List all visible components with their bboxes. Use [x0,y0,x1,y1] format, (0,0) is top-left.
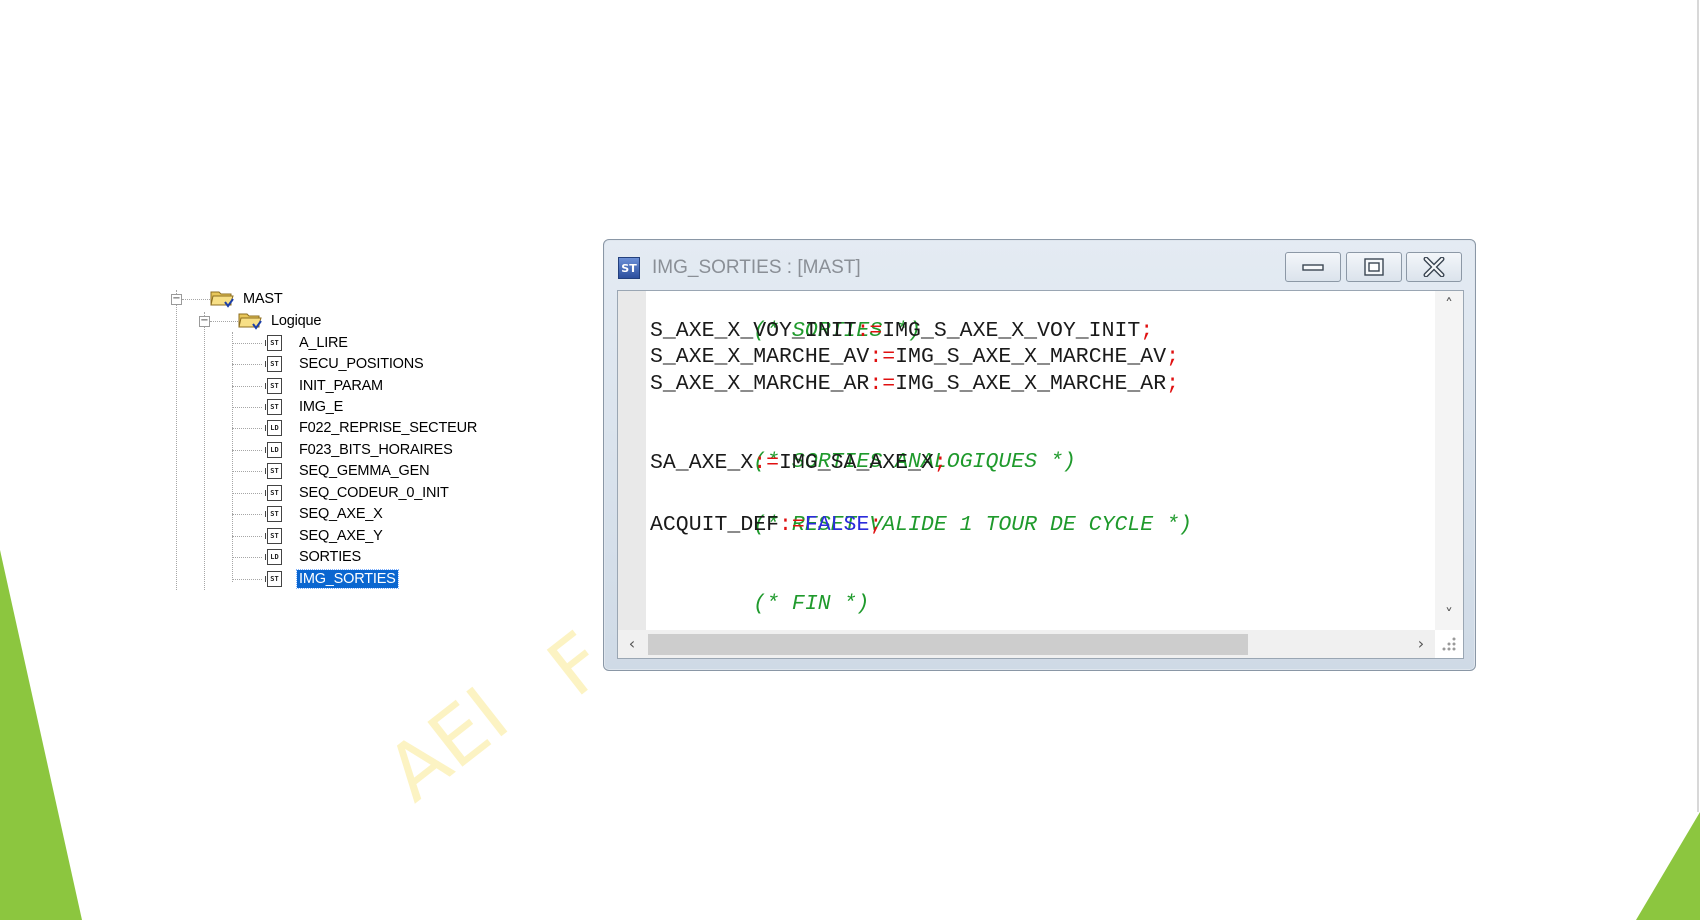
code-identifier: IMG_S_AXE_X_MARCHE_AR [895,372,1167,396]
code-semicolon: ; [933,451,947,475]
ld-section-icon: LD [265,420,282,436]
maximize-button[interactable] [1346,252,1402,282]
tree-node-mast[interactable]: MAST [241,290,284,308]
maximize-icon [1364,258,1384,276]
tree-branch-line [232,471,262,472]
st-editor-window[interactable]: ST IMG_SORTIES : [MAST] (* SORTIES *) S_… [603,239,1476,671]
tree-item-label[interactable]: A_LIRE [297,334,350,352]
tree-item-label[interactable]: SEQ_GEMMA_GEN [297,462,431,480]
st-section-icon: ST [265,506,282,522]
close-button[interactable] [1406,252,1462,282]
tree-item-label[interactable]: SEQ_CODEUR_0_INIT [297,484,451,502]
code-identifier: IMG_S_AXE_X_VOY_INIT [882,319,1141,343]
st-app-icon: ST [618,257,640,279]
vertical-scrollbar[interactable]: ˄ ˅ [1435,291,1463,630]
minimize-icon [1302,264,1324,271]
code-line-4[interactable]: S_AXE_X_MARCHE_AR:=IMG_S_AXE_X_MARCHE_AR… [650,371,1179,397]
ld-section-icon: LD [265,442,282,458]
code-semicolon: ; [1166,372,1180,396]
tree-branch-line [232,364,262,365]
window-title: IMG_SORTIES : [MAST] [652,257,861,278]
collapse-toggle-mast[interactable]: − [171,294,182,305]
code-operator: := [779,513,805,537]
tree-item-label[interactable]: F023_BITS_HORAIRES [297,441,455,459]
scroll-left-icon[interactable]: ‹ [622,636,642,652]
code-identifier: S_AXE_X_MARCHE_AR [650,372,870,396]
code-identifier: ACQUIT_DEF [650,513,780,537]
code-identifier: IMG_S_AXE_X_MARCHE_AV [895,345,1167,369]
st-section-icon: ST [265,571,282,587]
tree-guide-line [176,290,177,590]
tree-branch-line [232,343,262,344]
tree-branch-line [232,579,262,580]
tree-guide-line [204,312,205,590]
st-section-icon: ST [265,335,282,351]
editor-client-area[interactable]: (* SORTIES *) S_AXE_X_VOY_INIT:=IMG_S_AX… [617,290,1464,659]
st-section-icon: ST [265,485,282,501]
close-icon [1423,257,1445,277]
green-triangle-right [1636,812,1700,920]
folder-icon [210,291,234,308]
tree-item-label-selected[interactable]: IMG_SORTIES [296,569,399,589]
tree-item-label[interactable]: SORTIES [297,548,363,566]
tree-guide-line [232,332,233,582]
code-line-9[interactable]: ACQUIT_DEF:=FALSE; [650,512,882,538]
tree-branch-line [232,493,262,494]
tree-item-label[interactable]: F022_REPRISE_SECTEUR [297,419,479,437]
code-line-7[interactable]: SA_AXE_X:=IMG_SA_AXE_X; [650,450,947,476]
tree-branch-line [232,450,262,451]
tree-item-label[interactable]: SEQ_AXE_X [297,505,385,523]
code-operator: := [753,451,780,475]
editor-gutter [618,291,646,630]
code-operator: := [869,372,896,396]
tree-branch-line [210,321,238,322]
project-tree: − MAST − Logique ST A_LIRE ST SECU_POSIT… [160,286,520,606]
scroll-down-icon[interactable]: ˅ [1439,607,1459,623]
horizontal-scroll-thumb[interactable] [648,634,1248,655]
code-operator: := [856,319,883,343]
st-section-icon: ST [265,378,282,394]
code-keyword: FALSE [804,513,870,537]
tree-branch-line [232,407,262,408]
code-line-2[interactable]: S_AXE_X_VOY_INIT:=IMG_S_AXE_X_VOY_INIT; [650,318,1153,344]
code-comment: (* FIN *) [753,592,870,616]
tree-item-label[interactable]: SEQ_AXE_Y [297,527,385,545]
scroll-up-icon[interactable]: ˄ [1439,297,1459,313]
code-editor[interactable]: (* SORTIES *) S_AXE_X_VOY_INIT:=IMG_S_AX… [650,291,1425,630]
tree-branch-line [232,428,262,429]
code-identifier: S_AXE_X_MARCHE_AV [650,345,870,369]
st-section-icon: ST [265,463,282,479]
tree-branch-line [232,386,262,387]
tree-node-logique[interactable]: Logique [269,312,323,330]
green-triangle-left [0,550,82,920]
tree-branch-line [232,536,262,537]
tree-item-label[interactable]: IMG_E [297,398,345,416]
code-identifier: S_AXE_X_VOY_INIT [650,319,857,343]
ld-section-icon: LD [265,549,282,565]
st-section-icon: ST [265,399,282,415]
code-line-3[interactable]: S_AXE_X_MARCHE_AV:=IMG_S_AXE_X_MARCHE_AV… [650,344,1179,370]
watermark-text: AEI [370,670,526,820]
folder-icon [238,313,262,330]
code-semicolon: ; [869,513,883,537]
code-semicolon: ; [1140,319,1154,343]
tree-branch-line [232,557,262,558]
st-section-icon: ST [265,528,282,544]
tree-branch-line [182,299,210,300]
code-semicolon: ; [1166,345,1180,369]
tree-item-label[interactable]: SECU_POSITIONS [297,355,426,373]
horizontal-scrollbar[interactable]: ‹ › [618,630,1435,658]
minimize-button[interactable] [1285,252,1341,282]
tree-item-label[interactable]: INIT_PARAM [297,377,385,395]
st-section-icon: ST [265,356,282,372]
scroll-right-icon[interactable]: › [1411,636,1431,652]
code-operator: := [869,345,896,369]
code-identifier: IMG_SA_AXE_X [779,451,934,475]
resize-grip-icon[interactable] [1438,633,1458,653]
window-titlebar[interactable]: ST IMG_SORTIES : [MAST] [604,240,1475,286]
tree-branch-line [232,514,262,515]
collapse-toggle-logique[interactable]: − [199,316,210,327]
code-identifier: SA_AXE_X [650,451,754,475]
